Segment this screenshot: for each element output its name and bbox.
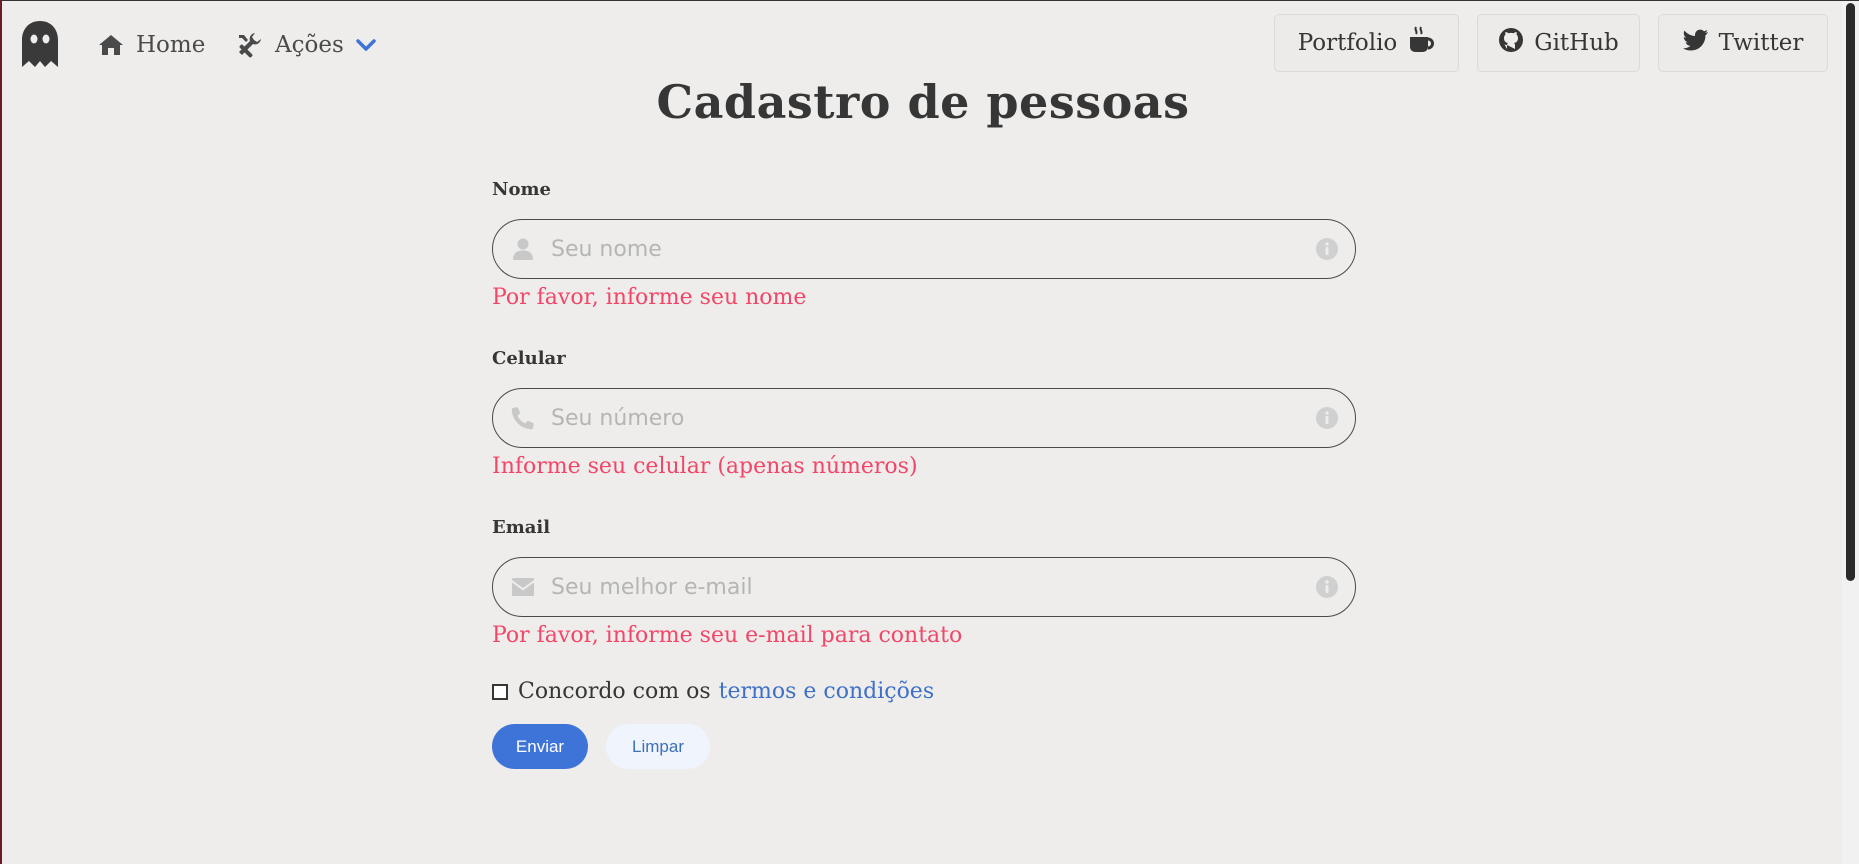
tools-icon [235,31,263,59]
nav-home-label: Home [136,32,206,58]
info-circle-icon [1315,237,1339,261]
registration-form: Nome Por favor, informe se [492,171,1358,769]
page-title: Cadastro de pessoas [656,75,1190,129]
terms-link[interactable]: termos e condições [719,679,935,704]
chevron-down-icon [356,38,376,52]
help-text-email: Por favor, informe seu e-mail para conta… [492,623,963,648]
ghost-logo-icon[interactable] [20,19,60,69]
info-circle-icon [1315,575,1339,599]
twitter-button[interactable]: Twitter [1658,14,1828,72]
info-circle-icon [1315,406,1339,430]
form-actions: Enviar Limpar [492,724,710,769]
coffee-icon [1407,26,1435,60]
nav-acoes-label: Ações [275,32,344,58]
field-label-email: Email [492,517,551,538]
github-button[interactable]: GitHub [1477,14,1640,72]
github-icon [1498,27,1524,59]
envelope-icon [511,575,535,599]
field-label-nome: Nome [492,179,551,200]
terms-row: Concordo com os termos e condições [492,679,934,704]
terms-text: Concordo com os [518,679,711,704]
vertical-scrollbar[interactable] [1842,1,1859,864]
field-nome: Nome Por favor, informe se [492,171,1358,340]
field-label-celular: Celular [492,348,566,369]
phone-input[interactable] [551,389,1291,447]
name-input[interactable] [551,220,1291,278]
twitter-button-label: Twitter [1718,30,1804,56]
twitter-icon [1682,29,1709,57]
nav-acoes-dropdown[interactable]: Ações [235,27,376,63]
help-text-celular: Informe seu celular (apenas números) [492,454,918,479]
github-button-label: GitHub [1534,30,1619,56]
input-wrapper-nome [492,219,1356,279]
phone-icon [511,406,535,430]
portfolio-button-label: Portfolio [1297,30,1398,56]
email-input[interactable] [551,558,1291,616]
input-wrapper-celular [492,388,1356,448]
input-wrapper-email [492,557,1356,617]
help-text-nome: Por favor, informe seu nome [492,285,807,310]
user-icon [511,237,535,261]
field-email: Email Por favor, informe s [492,509,1358,678]
field-celular: Celular Informe seu celular (apenas núm [492,340,1358,509]
submit-button[interactable]: Enviar [492,724,588,769]
portfolio-button[interactable]: Portfolio [1274,14,1459,72]
terms-checkbox[interactable] [492,683,508,700]
nav-home-link[interactable]: Home [98,27,205,63]
clear-button[interactable]: Limpar [606,724,710,769]
app-window: Home Ações Portfolio GitHub Twitter Cada… [0,0,1859,864]
home-icon [98,33,124,57]
scrollbar-thumb[interactable] [1846,3,1855,581]
